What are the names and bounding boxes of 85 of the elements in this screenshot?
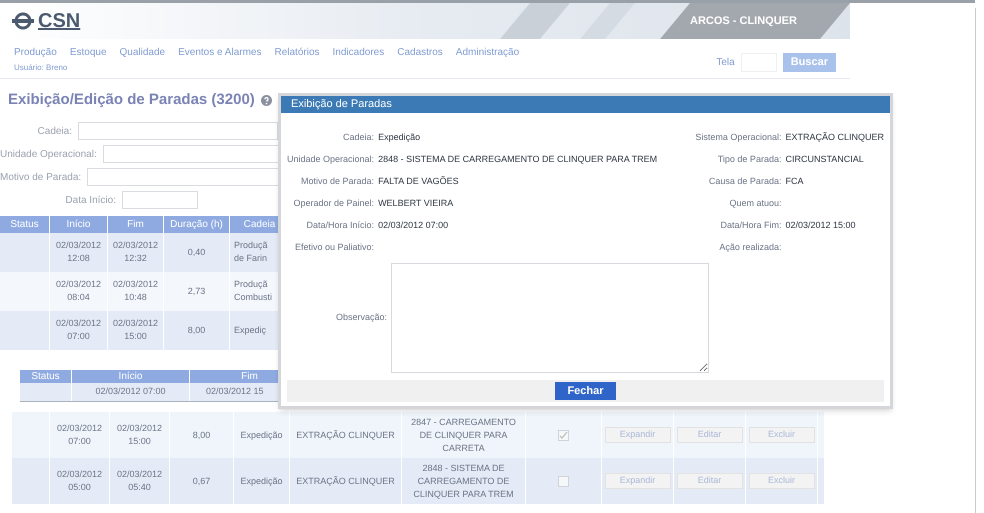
table-cell-text: 02/03/2012 15 — [206, 384, 264, 398]
action-button[interactable]: Excluir — [748, 473, 814, 489]
table-cell-text: Produçã — [234, 278, 269, 291]
field-label: Data/Hora Fim: — [719, 219, 782, 232]
table-cell-text: 2,73 — [186, 284, 206, 298]
nav-link[interactable]: Produção — [14, 45, 57, 60]
field-label: Unidade Operacional: — [287, 153, 374, 166]
field-value: Expedição — [378, 131, 422, 144]
table-cell-text: 8,00 — [186, 324, 206, 336]
field-value: 02/03/2012 07:00 — [378, 219, 450, 232]
table-cell-text: 02/03/2012 12:32 — [112, 239, 160, 265]
table-cell-text: 02/03/2012 15:00 — [116, 422, 164, 448]
field-label: Ação realizada: — [718, 241, 782, 254]
field-value: WELBERT VIEIRA — [378, 197, 454, 210]
close-button[interactable]: Fechar — [555, 382, 616, 400]
input-field[interactable] — [87, 168, 278, 186]
input-field[interactable] — [102, 145, 278, 163]
table-cell-text: 2848 - SISTEMA DE CARREGAMENTO DE CLINQUER PARA TREM — [412, 462, 515, 500]
action-button[interactable]: Expandir — [604, 427, 670, 443]
table-cell-text: 0,40 — [186, 246, 206, 258]
nav-link[interactable]: Estoque — [70, 45, 107, 60]
text-area[interactable] — [391, 263, 709, 373]
field-value: 2848 - SISTEMA DE CARREGAMENTO DE CLINQUER PARA TREM — [378, 153, 658, 166]
field-label: Causa de Parada: — [708, 175, 782, 188]
field-value: FALTA DE VAGÕES — [378, 175, 460, 188]
field-label: Sistema Operacional: — [695, 131, 782, 144]
search-button[interactable]: Buscar — [782, 53, 836, 72]
field-label: Motivo de Parada: — [300, 175, 374, 188]
table-cell-text: Expedição — [239, 474, 284, 488]
user-label: Usuário: Breno — [14, 62, 68, 74]
input-field[interactable] — [78, 122, 278, 140]
field-label: Efetivo ou Paliativo: — [294, 241, 374, 254]
field-label: Operador de Painel: — [292, 197, 374, 210]
page-title: Exibição/Edição de Paradas (3200) — [8, 90, 255, 110]
table-cell-text: EXTRAÇÃO CLINQUER — [295, 428, 396, 442]
field-value: FCA — [785, 175, 804, 188]
field-label: Observação: — [334, 311, 387, 324]
field-label: Cadeia: — [342, 131, 374, 144]
table-cell-text: Produçã — [234, 239, 269, 252]
checkbox[interactable] — [558, 476, 569, 486]
table-cell-text: 8,00 — [192, 428, 212, 442]
field-label: Tipo de Parada: — [716, 153, 782, 166]
field-value: 02/03/2012 15:00 — [785, 219, 857, 232]
field-label: Data/Hora Início: — [306, 219, 374, 232]
table-cell-text: Expediç — [234, 324, 268, 336]
field-label: Quem atuou: — [728, 197, 782, 210]
search-label: Tela — [716, 56, 735, 70]
input-field[interactable] — [122, 191, 198, 209]
table-cell-text: EXTRAÇÃO CLINQUER — [295, 474, 396, 488]
table-cell-text: 02/03/2012 12:08 — [54, 239, 102, 265]
table-cell-text: de Farin — [234, 252, 268, 265]
table-cell-text: 2847 - CARREGAMENTO DE CLINQUER PARA CARRETA — [410, 416, 517, 454]
nav-link[interactable]: Administração — [456, 45, 520, 60]
action-button[interactable]: Editar — [676, 473, 742, 489]
nav-link[interactable]: Indicadores — [332, 45, 384, 60]
field-label: Motivo de Parada: — [0, 170, 82, 184]
field-label: Unidade Operacional: — [0, 148, 97, 162]
table-cell-text: 02/03/2012 15:00 — [112, 317, 160, 343]
action-button[interactable]: Expandir — [604, 473, 670, 489]
nav-link[interactable]: Relatórios — [274, 45, 320, 60]
field-label: Cadeia: — [36, 124, 72, 138]
table-cell-text: 02/03/2012 07:00 — [54, 317, 102, 343]
field-value: CIRCUNSTANCIAL — [785, 153, 865, 166]
help-icon[interactable] — [260, 94, 272, 106]
nav-link[interactable]: Eventos e Alarmes — [178, 45, 262, 60]
table-cell-text: Expedição — [239, 428, 284, 442]
field-label: Data Início: — [64, 194, 116, 208]
logo-icon — [12, 12, 34, 30]
nav-link[interactable]: Cadastros — [397, 45, 443, 60]
checkbox[interactable] — [558, 430, 569, 440]
action-button[interactable]: Excluir — [748, 427, 814, 443]
site-name: ARCOS - CLINQUER — [690, 14, 797, 29]
table-cell-text: 02/03/2012 07:00 — [95, 384, 166, 398]
action-button[interactable]: Editar — [676, 427, 742, 443]
nav-link[interactable]: Qualidade — [120, 45, 166, 60]
table-cell-text: 02/03/2012 10:48 — [112, 278, 160, 304]
table-cell-text: 02/03/2012 08:04 — [54, 278, 102, 304]
field-value: EXTRAÇÃO CLINQUER — [785, 131, 884, 144]
table-cell-text: 02/03/2012 07:00 — [56, 422, 104, 448]
table-cell-text: 02/03/2012 05:00 — [56, 468, 104, 494]
table-cell-text: 0,67 — [192, 474, 212, 488]
dialog-title: Exibição de Paradas — [281, 96, 890, 113]
table-cell-text: Combusti — [234, 291, 274, 304]
table-cell-text: 02/03/2012 05:40 — [116, 468, 164, 494]
logo-text: CSN — [38, 9, 80, 34]
